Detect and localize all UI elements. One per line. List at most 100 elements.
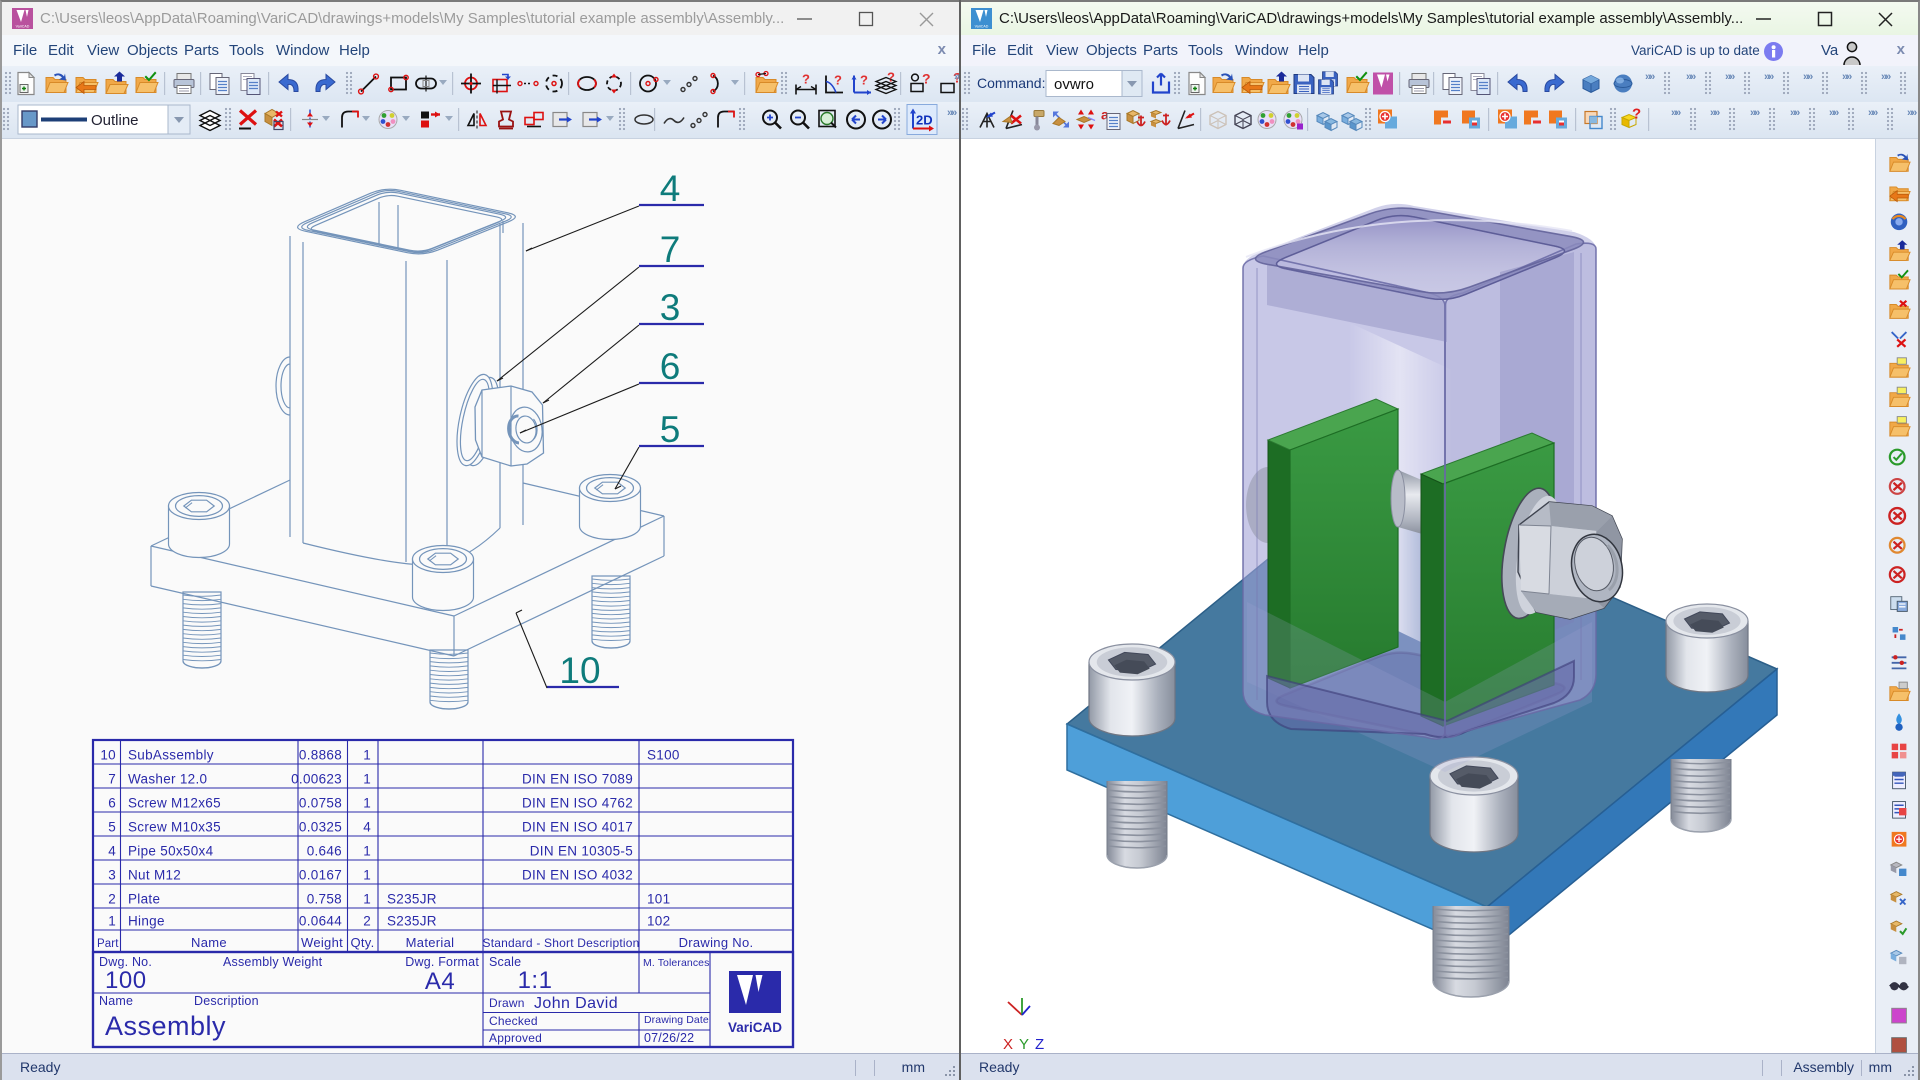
svg-text:DIN EN ISO 7089: DIN EN ISO 7089 bbox=[522, 772, 633, 787]
svg-text:»»: »» bbox=[1750, 107, 1760, 119]
svg-text:?: ? bbox=[802, 72, 810, 87]
svg-text:Drawing No.: Drawing No. bbox=[679, 935, 754, 950]
svg-text:»»: »» bbox=[1790, 107, 1800, 119]
svg-text:»»: »» bbox=[1907, 107, 1917, 119]
svg-text:»»: »» bbox=[1868, 107, 1878, 119]
svg-text:Command:: Command: bbox=[977, 75, 1045, 91]
svg-text:3: 3 bbox=[108, 868, 116, 883]
svg-text:1: 1 bbox=[363, 796, 371, 811]
svg-text:Outline: Outline bbox=[91, 112, 139, 129]
svg-text:Name: Name bbox=[191, 935, 227, 950]
svg-text:?: ? bbox=[887, 70, 895, 85]
svg-text:07/26/22: 07/26/22 bbox=[644, 1031, 694, 1045]
svg-text:1: 1 bbox=[363, 844, 371, 859]
svg-text:Z: Z bbox=[1035, 1036, 1044, 1053]
svg-text:2D: 2D bbox=[916, 113, 933, 128]
svg-text:6: 6 bbox=[108, 796, 116, 811]
svg-text:1: 1 bbox=[108, 914, 116, 929]
svg-text:4: 4 bbox=[660, 168, 681, 209]
svg-text:VariCAD: VariCAD bbox=[16, 25, 30, 29]
svg-text:»»: »» bbox=[1803, 71, 1813, 83]
svg-text:Standard - Short Description: Standard - Short Description bbox=[482, 936, 639, 950]
svg-text:DIN EN ISO 4032: DIN EN ISO 4032 bbox=[522, 868, 633, 883]
svg-text:»»: »» bbox=[1671, 107, 1681, 119]
svg-text:»»: »» bbox=[1686, 71, 1696, 83]
svg-text:»»: »» bbox=[1725, 71, 1735, 83]
svg-text:»»: »» bbox=[1829, 107, 1839, 119]
svg-text:Screw M10x35: Screw M10x35 bbox=[128, 820, 221, 835]
svg-text:Dwg. Format: Dwg. Format bbox=[405, 955, 479, 969]
svg-text:5: 5 bbox=[660, 409, 681, 450]
svg-text:»»: »» bbox=[1842, 71, 1852, 83]
svg-text:10: 10 bbox=[100, 748, 116, 763]
svg-text:100: 100 bbox=[105, 967, 147, 994]
svg-text:2: 2 bbox=[363, 914, 371, 929]
svg-text:S235JR: S235JR bbox=[387, 892, 437, 907]
svg-text:0.0167: 0.0167 bbox=[299, 868, 342, 883]
svg-text:Qty.: Qty. bbox=[350, 935, 374, 950]
svg-text:Assembly Weight: Assembly Weight bbox=[223, 955, 323, 969]
svg-text:A4: A4 bbox=[425, 968, 455, 995]
svg-text:?: ? bbox=[1632, 106, 1641, 123]
svg-text:ovwro: ovwro bbox=[1054, 76, 1094, 93]
svg-text:Name: Name bbox=[99, 994, 133, 1008]
svg-text:4: 4 bbox=[108, 844, 116, 859]
svg-text:Drawing Date: Drawing Date bbox=[644, 1014, 709, 1026]
svg-text:0.0758: 0.0758 bbox=[299, 796, 342, 811]
svg-text:1:1: 1:1 bbox=[518, 967, 553, 994]
svg-text:2: 2 bbox=[108, 892, 116, 907]
svg-text:0.758: 0.758 bbox=[307, 892, 342, 907]
svg-text:7: 7 bbox=[660, 229, 681, 270]
svg-text:VariCAD: VariCAD bbox=[728, 1020, 782, 1035]
svg-text:1: 1 bbox=[363, 892, 371, 907]
svg-text:Nut M12: Nut M12 bbox=[128, 868, 181, 883]
svg-text:0.0325: 0.0325 bbox=[299, 820, 342, 835]
svg-text:Hinge: Hinge bbox=[128, 914, 165, 929]
svg-text:?: ? bbox=[860, 73, 868, 88]
svg-text:Y: Y bbox=[1019, 1036, 1029, 1053]
svg-text:?: ? bbox=[834, 73, 842, 88]
svg-text:0.0644: 0.0644 bbox=[299, 914, 342, 929]
svg-text:DIN EN 10305-5: DIN EN 10305-5 bbox=[530, 844, 633, 859]
svg-text:Plate: Plate bbox=[128, 892, 160, 907]
svg-text:4: 4 bbox=[363, 820, 371, 835]
svg-text:John David: John David bbox=[534, 995, 618, 1012]
svg-text:Screw M12x65: Screw M12x65 bbox=[128, 796, 221, 811]
svg-text:»»: »» bbox=[1881, 71, 1891, 83]
svg-text:1: 1 bbox=[363, 868, 371, 883]
svg-text:X: X bbox=[1003, 1036, 1013, 1053]
svg-text:Scale: Scale bbox=[489, 955, 521, 969]
svg-text:VariCAD: VariCAD bbox=[975, 25, 989, 29]
svg-text:Assembly: Assembly bbox=[105, 1011, 226, 1041]
svg-text:Approved: Approved bbox=[489, 1031, 542, 1045]
svg-text:3: 3 bbox=[660, 287, 681, 328]
svg-text:0.8868: 0.8868 bbox=[299, 748, 342, 763]
svg-text:1: 1 bbox=[363, 748, 371, 763]
svg-text:SubAssembly: SubAssembly bbox=[128, 748, 214, 763]
svg-text:S235JR: S235JR bbox=[387, 914, 437, 929]
svg-text:7: 7 bbox=[108, 772, 116, 787]
svg-text:»»: »» bbox=[947, 107, 957, 119]
svg-text:Part: Part bbox=[97, 938, 119, 950]
svg-text:Material: Material bbox=[406, 935, 455, 950]
svg-text:1: 1 bbox=[363, 772, 371, 787]
svg-text:»»: »» bbox=[1710, 107, 1720, 119]
svg-text:DIN EN ISO 4017: DIN EN ISO 4017 bbox=[522, 820, 633, 835]
svg-text:10: 10 bbox=[559, 650, 600, 691]
svg-text:Description: Description bbox=[194, 994, 259, 1008]
svg-text:0.00623: 0.00623 bbox=[291, 772, 342, 787]
svg-text:Weight: Weight bbox=[301, 935, 343, 950]
svg-text:Drawn: Drawn bbox=[489, 996, 525, 1010]
svg-text:?: ? bbox=[922, 71, 931, 87]
svg-text:»»: »» bbox=[1645, 71, 1655, 83]
svg-text:6: 6 bbox=[660, 346, 681, 387]
svg-text:0.646: 0.646 bbox=[307, 844, 342, 859]
svg-text:5: 5 bbox=[108, 820, 116, 835]
svg-text:M. Tolerances: M. Tolerances bbox=[643, 957, 709, 969]
svg-text:Washer 12.0: Washer 12.0 bbox=[128, 772, 207, 787]
svg-text:Checked: Checked bbox=[489, 1014, 538, 1028]
svg-text:»»: »» bbox=[1764, 71, 1774, 83]
svg-text:101: 101 bbox=[647, 892, 670, 907]
svg-text:Pipe 50x50x4: Pipe 50x50x4 bbox=[128, 844, 214, 859]
svg-text:S100: S100 bbox=[647, 748, 680, 763]
